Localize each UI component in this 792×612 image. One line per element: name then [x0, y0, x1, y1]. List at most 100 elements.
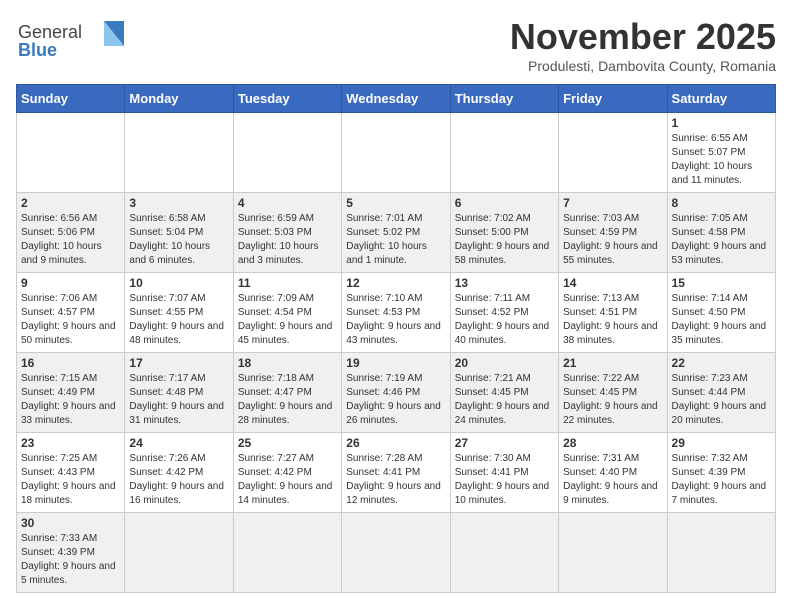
calendar-day-cell: 25 Sunrise: 7:27 AM Sunset: 4:42 PM Dayli… [233, 433, 341, 513]
day-number: 20 [455, 356, 554, 370]
day-info: Sunrise: 6:58 AM Sunset: 5:04 PM Dayligh… [129, 212, 228, 268]
day-info: Sunrise: 7:09 AM Sunset: 4:54 PM Dayligh… [238, 292, 337, 348]
calendar-header-day: Sunday [17, 85, 125, 113]
day-info: Sunrise: 7:28 AM Sunset: 4:41 PM Dayligh… [346, 452, 445, 508]
svg-text:Blue: Blue [18, 40, 57, 60]
calendar-week-row: 16Sunrise: 7:15 AM Sunset: 4:49 PM Dayli… [17, 353, 776, 433]
day-info: Sunrise: 7:21 AM Sunset: 4:45 PM Dayligh… [455, 372, 554, 428]
day-info: Sunrise: 7:10 AM Sunset: 4:53 PM Dayligh… [346, 292, 445, 348]
calendar-table: SundayMondayTuesdayWednesdayThursdayFrid… [16, 84, 776, 593]
day-info: Sunrise: 7:11 AM Sunset: 4:52 PM Dayligh… [455, 292, 554, 348]
page-header: General Blue November 2025 Produlesti, D… [16, 16, 776, 74]
calendar-day-cell: 27 Sunrise: 7:30 AM Sunset: 4:41 PM Dayli… [450, 433, 558, 513]
day-info: Sunrise: 7:22 AM Sunset: 4:45 PM Dayligh… [563, 372, 662, 428]
day-number: 23 [21, 436, 120, 450]
calendar-day-cell: 9Sunrise: 7:06 AM Sunset: 4:57 PM Daylig… [17, 273, 125, 353]
calendar-header-day: Saturday [667, 85, 775, 113]
day-number: 26 [346, 436, 445, 450]
day-number: 19 [346, 356, 445, 370]
calendar-day-cell: 5Sunrise: 7:01 AM Sunset: 5:02 PM Daylig… [342, 193, 450, 273]
day-info: Sunrise: 7:07 AM Sunset: 4:55 PM Dayligh… [129, 292, 228, 348]
day-info: Sunrise: 7:02 AM Sunset: 5:00 PM Dayligh… [455, 212, 554, 268]
day-info: Sunrise: 7:32 AM Sunset: 4:39 PM Dayligh… [672, 452, 771, 508]
day-info: Sunrise: 6:55 AM Sunset: 5:07 PM Dayligh… [672, 132, 771, 188]
day-info: Sunrise: 7:27 AM Sunset: 4:42 PM Dayligh… [238, 452, 337, 508]
calendar-week-row: 9Sunrise: 7:06 AM Sunset: 4:57 PM Daylig… [17, 273, 776, 353]
day-number: 21 [563, 356, 662, 370]
calendar-week-row: 1 Sunrise: 6:55 AM Sunset: 5:07 PM Daylig… [17, 113, 776, 193]
day-info: Sunrise: 7:31 AM Sunset: 4:40 PM Dayligh… [563, 452, 662, 508]
day-number: 7 [563, 196, 662, 210]
day-info: Sunrise: 7:06 AM Sunset: 4:57 PM Dayligh… [21, 292, 120, 348]
day-number: 1 [672, 116, 771, 130]
day-number: 17 [129, 356, 228, 370]
day-number: 27 [455, 436, 554, 450]
location-subtitle: Produlesti, Dambovita County, Romania [510, 58, 776, 74]
day-number: 2 [21, 196, 120, 210]
day-number: 29 [672, 436, 771, 450]
calendar-day-cell [233, 513, 341, 593]
day-number: 24 [129, 436, 228, 450]
calendar-day-cell: 28 Sunrise: 7:31 AM Sunset: 4:40 PM Dayli… [559, 433, 667, 513]
calendar-day-cell: 10Sunrise: 7:07 AM Sunset: 4:55 PM Dayli… [125, 273, 233, 353]
day-number: 11 [238, 276, 337, 290]
calendar-day-cell: 15Sunrise: 7:14 AM Sunset: 4:50 PM Dayli… [667, 273, 775, 353]
day-number: 25 [238, 436, 337, 450]
svg-text:General: General [18, 22, 82, 42]
calendar-day-cell: 26 Sunrise: 7:28 AM Sunset: 4:41 PM Dayli… [342, 433, 450, 513]
day-number: 28 [563, 436, 662, 450]
calendar-day-cell [559, 113, 667, 193]
calendar-day-cell: 18 Sunrise: 7:18 AM Sunset: 4:47 PM Dayli… [233, 353, 341, 433]
calendar-day-cell: 21 Sunrise: 7:22 AM Sunset: 4:45 PM Dayli… [559, 353, 667, 433]
day-info: Sunrise: 7:30 AM Sunset: 4:41 PM Dayligh… [455, 452, 554, 508]
calendar-day-cell [17, 113, 125, 193]
day-info: Sunrise: 7:17 AM Sunset: 4:48 PM Dayligh… [129, 372, 228, 428]
calendar-day-cell: 6Sunrise: 7:02 AM Sunset: 5:00 PM Daylig… [450, 193, 558, 273]
day-info: Sunrise: 7:05 AM Sunset: 4:58 PM Dayligh… [672, 212, 771, 268]
day-info: Sunrise: 7:13 AM Sunset: 4:51 PM Dayligh… [563, 292, 662, 348]
day-info: Sunrise: 7:25 AM Sunset: 4:43 PM Dayligh… [21, 452, 120, 508]
calendar-day-cell: 1 Sunrise: 6:55 AM Sunset: 5:07 PM Daylig… [667, 113, 775, 193]
calendar-day-cell [450, 113, 558, 193]
day-number: 13 [455, 276, 554, 290]
calendar-day-cell: 16Sunrise: 7:15 AM Sunset: 4:49 PM Dayli… [17, 353, 125, 433]
calendar-day-cell [667, 513, 775, 593]
calendar-day-cell: 24Sunrise: 7:26 AM Sunset: 4:42 PM Dayli… [125, 433, 233, 513]
calendar-day-cell [233, 113, 341, 193]
day-info: Sunrise: 7:01 AM Sunset: 5:02 PM Dayligh… [346, 212, 445, 268]
calendar-week-row: 2 Sunrise: 6:56 AM Sunset: 5:06 PM Daylig… [17, 193, 776, 273]
calendar-day-cell: 8Sunrise: 7:05 AM Sunset: 4:58 PM Daylig… [667, 193, 775, 273]
calendar-day-cell: 12Sunrise: 7:10 AM Sunset: 4:53 PM Dayli… [342, 273, 450, 353]
day-info: Sunrise: 7:03 AM Sunset: 4:59 PM Dayligh… [563, 212, 662, 268]
calendar-day-cell: 23 Sunrise: 7:25 AM Sunset: 4:43 PM Dayli… [17, 433, 125, 513]
day-info: Sunrise: 7:15 AM Sunset: 4:49 PM Dayligh… [21, 372, 120, 428]
calendar-day-cell: 2 Sunrise: 6:56 AM Sunset: 5:06 PM Daylig… [17, 193, 125, 273]
day-number: 15 [672, 276, 771, 290]
logo: General Blue [16, 16, 126, 65]
calendar-header-day: Wednesday [342, 85, 450, 113]
day-number: 3 [129, 196, 228, 210]
calendar-header-day: Tuesday [233, 85, 341, 113]
calendar-header-day: Monday [125, 85, 233, 113]
calendar-week-row: 30Sunrise: 7:33 AM Sunset: 4:39 PM Dayli… [17, 513, 776, 593]
day-info: Sunrise: 7:19 AM Sunset: 4:46 PM Dayligh… [346, 372, 445, 428]
calendar-week-row: 23 Sunrise: 7:25 AM Sunset: 4:43 PM Dayli… [17, 433, 776, 513]
month-title: November 2025 [510, 16, 776, 58]
calendar-day-cell: 22 Sunrise: 7:23 AM Sunset: 4:44 PM Dayli… [667, 353, 775, 433]
calendar-day-cell: 11 Sunrise: 7:09 AM Sunset: 4:54 PM Dayli… [233, 273, 341, 353]
calendar-header-day: Friday [559, 85, 667, 113]
calendar-day-cell [125, 113, 233, 193]
calendar-header-row: SundayMondayTuesdayWednesdayThursdayFrid… [17, 85, 776, 113]
calendar-day-cell [450, 513, 558, 593]
logo-text: General Blue [16, 16, 126, 65]
calendar-day-cell: 14Sunrise: 7:13 AM Sunset: 4:51 PM Dayli… [559, 273, 667, 353]
calendar-day-cell [342, 113, 450, 193]
day-info: Sunrise: 7:23 AM Sunset: 4:44 PM Dayligh… [672, 372, 771, 428]
calendar-header-day: Thursday [450, 85, 558, 113]
day-info: Sunrise: 7:18 AM Sunset: 4:47 PM Dayligh… [238, 372, 337, 428]
calendar-day-cell: 29 Sunrise: 7:32 AM Sunset: 4:39 PM Dayli… [667, 433, 775, 513]
day-number: 22 [672, 356, 771, 370]
day-info: Sunrise: 6:56 AM Sunset: 5:06 PM Dayligh… [21, 212, 120, 268]
day-info: Sunrise: 7:33 AM Sunset: 4:39 PM Dayligh… [21, 532, 120, 588]
day-number: 18 [238, 356, 337, 370]
